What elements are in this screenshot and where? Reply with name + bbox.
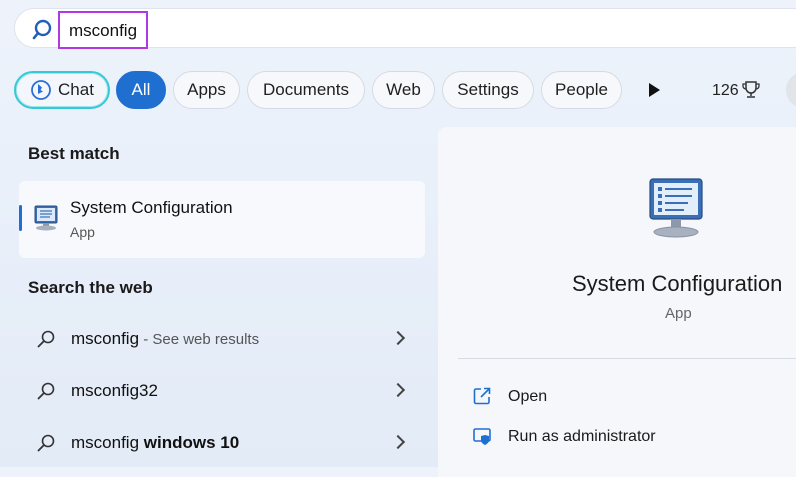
tab-web[interactable]: Web (372, 71, 435, 109)
chevron-right-icon (390, 382, 406, 398)
tab-settings-label: Settings (457, 80, 519, 99)
open-action[interactable]: Open (508, 388, 547, 406)
tab-people-label: People (555, 80, 608, 99)
rewards-points[interactable]: 126 (712, 82, 739, 100)
search-query-text: msconfig (69, 21, 138, 40)
best-match-heading: Best match (28, 144, 120, 163)
play-icon[interactable] (649, 83, 660, 97)
tab-web-label: Web (386, 80, 421, 99)
web-result-text: msconfig32 (71, 381, 158, 401)
search-icon (37, 330, 55, 348)
web-result-3[interactable]: msconfig windows 10 (19, 421, 425, 465)
divider (458, 358, 796, 359)
system-configuration-icon (34, 205, 58, 231)
run-as-admin-action[interactable]: Run as administrator (508, 428, 656, 446)
search-web-heading: Search the web (28, 278, 153, 297)
best-match-title: System Configuration (70, 198, 233, 217)
trophy-icon[interactable] (741, 80, 761, 100)
web-result-2[interactable]: msconfig32 (19, 369, 425, 413)
tab-documents-label: Documents (263, 80, 349, 99)
search-icon (37, 382, 55, 400)
tab-documents[interactable]: Documents (247, 71, 365, 109)
tab-people[interactable]: People (541, 71, 622, 109)
web-result-query: msconfig (71, 433, 140, 452)
detail-panel (438, 127, 796, 477)
tab-all[interactable]: All (116, 71, 166, 109)
web-result-suffix: - See web results (139, 331, 260, 348)
chat-label: Chat (58, 80, 94, 99)
tab-apps[interactable]: Apps (173, 71, 240, 109)
bing-chat-icon (31, 80, 51, 100)
web-result-1[interactable]: msconfig - See web results (19, 317, 425, 361)
chevron-right-icon (390, 330, 406, 346)
avatar[interactable] (786, 72, 796, 108)
selection-indicator (19, 205, 22, 231)
web-result-text: msconfig windows 10 (71, 433, 239, 453)
web-result-query: msconfig32 (71, 381, 158, 400)
best-match-subtitle: App (70, 224, 95, 240)
chat-button[interactable]: Chat (14, 71, 110, 109)
open-external-icon[interactable] (472, 386, 492, 406)
search-icon (32, 19, 52, 40)
web-result-text: msconfig - See web results (71, 329, 259, 349)
web-result-bold: windows 10 (139, 433, 240, 452)
tab-apps-label: Apps (187, 80, 226, 99)
web-result-query: msconfig (71, 329, 140, 348)
best-match-result[interactable] (19, 181, 425, 258)
detail-title: System Configuration (572, 271, 783, 296)
shield-admin-icon[interactable] (472, 426, 492, 446)
system-configuration-icon (649, 178, 703, 238)
search-icon (37, 434, 55, 452)
detail-subtitle: App (665, 305, 692, 322)
search-input[interactable]: msconfig (58, 11, 148, 49)
chevron-right-icon (390, 434, 406, 450)
tab-settings[interactable]: Settings (442, 71, 534, 109)
tab-all-label: All (131, 80, 151, 99)
